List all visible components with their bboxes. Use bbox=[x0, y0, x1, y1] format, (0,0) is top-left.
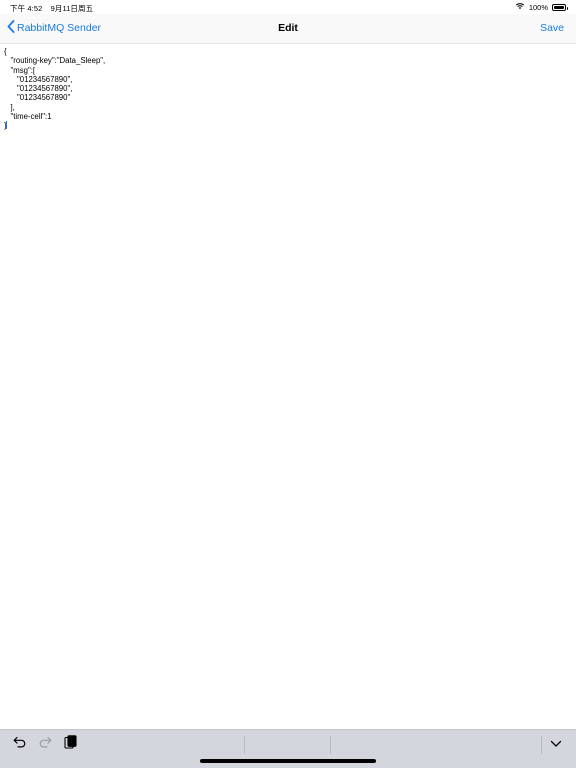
status-date: 9月11日周五 bbox=[50, 4, 94, 13]
undo-button[interactable] bbox=[11, 736, 29, 752]
editor-content[interactable]: { "routing-key":"Data_Sleep", "msg":[ "0… bbox=[4, 47, 572, 131]
editor-text: { "routing-key":"Data_Sleep", "msg":[ "0… bbox=[4, 47, 106, 130]
status-time: 下午 4:52 bbox=[10, 4, 43, 13]
redo-button[interactable] bbox=[36, 736, 54, 752]
status-bar: 下午 4:52 9月11日周五 100% bbox=[0, 0, 576, 14]
home-indicator[interactable] bbox=[200, 759, 376, 763]
toolbar-divider bbox=[330, 736, 331, 754]
toolbar-divider bbox=[541, 736, 542, 754]
paste-icon bbox=[63, 734, 77, 754]
save-button[interactable]: Save bbox=[540, 22, 564, 34]
navigation-bar: RabbitMQ Sender Edit Save bbox=[0, 14, 576, 44]
json-editor[interactable]: { "routing-key":"Data_Sleep", "msg":[ "0… bbox=[0, 45, 576, 729]
battery-level bbox=[554, 5, 564, 9]
page-title: Edit bbox=[278, 22, 298, 34]
redo-icon bbox=[38, 735, 52, 753]
battery-icon bbox=[552, 3, 568, 11]
chevron-down-icon bbox=[550, 735, 562, 753]
status-time-date: 下午 4:52 9月11日周五 bbox=[10, 3, 99, 14]
toolbar-divider bbox=[244, 736, 245, 754]
undo-icon bbox=[13, 735, 27, 753]
dismiss-keyboard-button[interactable] bbox=[547, 736, 565, 752]
battery-percent: 100% bbox=[528, 2, 548, 12]
text-caret bbox=[5, 121, 7, 130]
paste-button[interactable] bbox=[61, 734, 79, 754]
wifi-icon bbox=[515, 2, 525, 12]
status-indicators: 100% bbox=[515, 2, 568, 12]
